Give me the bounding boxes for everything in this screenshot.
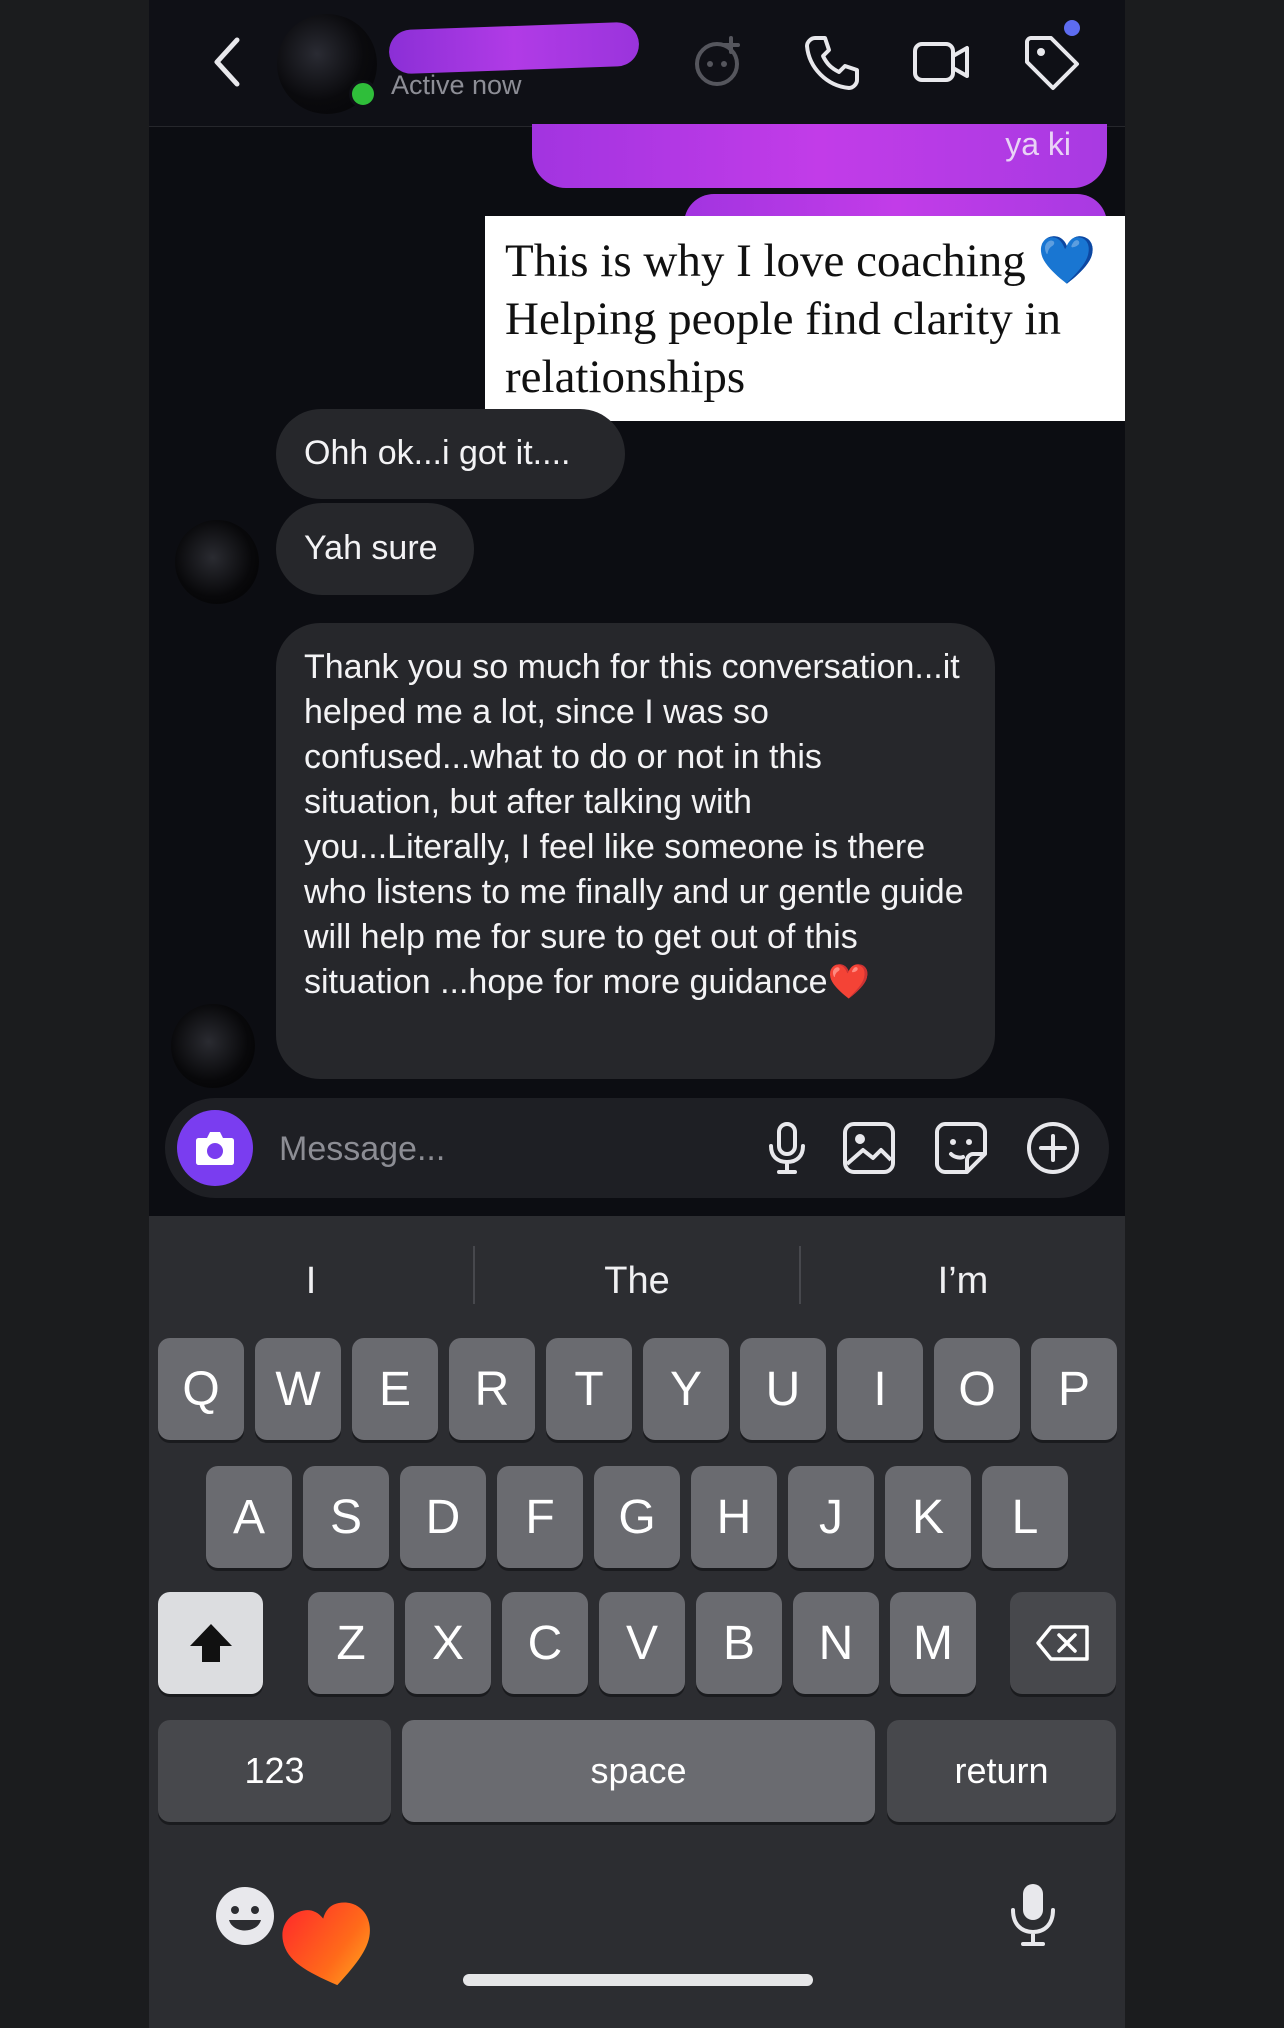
home-indicator bbox=[463, 1974, 813, 1986]
message-text: Thank you so much for this conversation.… bbox=[304, 648, 964, 1001]
suggestion-1[interactable]: I bbox=[149, 1246, 473, 1316]
shift-arrow-icon bbox=[189, 1624, 232, 1662]
key-o[interactable]: O bbox=[934, 1338, 1020, 1440]
microphone-icon[interactable] bbox=[759, 1120, 815, 1176]
emoji-face-icon[interactable] bbox=[213, 1884, 277, 1948]
caption-line: Helping people find clarity in bbox=[505, 293, 1062, 345]
tag-icon[interactable] bbox=[1019, 30, 1083, 94]
space-key[interactable]: space bbox=[402, 1720, 875, 1822]
red-heart-emoji: ❤️ bbox=[827, 963, 870, 1001]
message-text: Ohh ok...i got it.... bbox=[304, 434, 571, 472]
active-status: Active now bbox=[391, 70, 522, 100]
key-f[interactable]: F bbox=[497, 1466, 583, 1568]
sender-avatar[interactable] bbox=[175, 520, 259, 604]
key-t[interactable]: T bbox=[546, 1338, 632, 1440]
key-u[interactable]: U bbox=[740, 1338, 826, 1440]
microphone-icon[interactable] bbox=[1003, 1880, 1063, 1950]
camera-button[interactable] bbox=[177, 1110, 253, 1186]
gallery-icon[interactable] bbox=[841, 1120, 897, 1176]
notification-dot bbox=[1064, 20, 1080, 36]
key-z[interactable]: Z bbox=[308, 1592, 394, 1694]
caption-overlay: This is why I love coaching 💙 Helping pe… bbox=[485, 216, 1125, 421]
key-a[interactable]: A bbox=[206, 1466, 292, 1568]
key-j[interactable]: J bbox=[788, 1466, 874, 1568]
backspace-icon bbox=[1036, 1625, 1089, 1661]
key-v[interactable]: V bbox=[599, 1592, 685, 1694]
chevron-left-icon[interactable] bbox=[197, 30, 261, 94]
online-indicator bbox=[349, 80, 377, 108]
key-x[interactable]: X bbox=[405, 1592, 491, 1694]
phone-icon[interactable] bbox=[799, 30, 863, 94]
key-r[interactable]: R bbox=[449, 1338, 535, 1440]
key-m[interactable]: M bbox=[890, 1592, 976, 1694]
key-s[interactable]: S bbox=[303, 1466, 389, 1568]
key-g[interactable]: G bbox=[594, 1466, 680, 1568]
message-input[interactable] bbox=[277, 1120, 701, 1178]
shift-key[interactable] bbox=[158, 1592, 263, 1694]
numbers-key[interactable]: 123 bbox=[158, 1720, 391, 1822]
received-message[interactable]: Yah sure bbox=[276, 503, 474, 595]
heart-sticker-icon bbox=[282, 1902, 370, 1986]
key-p[interactable]: P bbox=[1031, 1338, 1117, 1440]
phone-screen: Active now ya ki This is why I love coac… bbox=[149, 0, 1125, 2028]
blue-heart-emoji: 💙 bbox=[1037, 235, 1097, 287]
key-i[interactable]: I bbox=[837, 1338, 923, 1440]
suggestion-2[interactable]: The bbox=[475, 1246, 799, 1316]
chat-header: Active now bbox=[149, 0, 1125, 127]
key-b[interactable]: B bbox=[696, 1592, 782, 1694]
key-w[interactable]: W bbox=[255, 1338, 341, 1440]
sent-message-redacted[interactable]: ya ki bbox=[532, 124, 1107, 188]
camera-icon bbox=[196, 1132, 234, 1165]
key-q[interactable]: Q bbox=[158, 1338, 244, 1440]
backspace-key[interactable] bbox=[1010, 1592, 1116, 1694]
sticker-icon[interactable] bbox=[933, 1120, 989, 1176]
key-e[interactable]: E bbox=[352, 1338, 438, 1440]
keyboard: I The I’m QWERTYUIOP ASDFGHJKL ZXCVBNM 1… bbox=[149, 1216, 1125, 2028]
key-c[interactable]: C bbox=[502, 1592, 588, 1694]
contact-name-redacted[interactable] bbox=[388, 21, 640, 75]
suggestion-3[interactable]: I’m bbox=[801, 1246, 1125, 1316]
sent-message-partial-text: ya ki bbox=[1005, 126, 1071, 162]
sender-avatar[interactable] bbox=[171, 1004, 255, 1088]
caption-line: This is why I love coaching bbox=[505, 235, 1038, 287]
video-camera-icon[interactable] bbox=[909, 30, 973, 94]
return-key[interactable]: return bbox=[887, 1720, 1116, 1822]
caption-text: This is why I love coaching 💙 Helping pe… bbox=[505, 232, 1125, 406]
received-message[interactable]: Ohh ok...i got it.... bbox=[276, 409, 625, 499]
plus-circle-icon[interactable] bbox=[1025, 1120, 1081, 1176]
key-l[interactable]: L bbox=[982, 1466, 1068, 1568]
key-y[interactable]: Y bbox=[643, 1338, 729, 1440]
key-n[interactable]: N bbox=[793, 1592, 879, 1694]
caption-line: relationships bbox=[505, 351, 746, 403]
key-h[interactable]: H bbox=[691, 1466, 777, 1568]
key-k[interactable]: K bbox=[885, 1466, 971, 1568]
received-message[interactable]: Thank you so much for this conversation.… bbox=[276, 623, 995, 1079]
key-d[interactable]: D bbox=[400, 1466, 486, 1568]
ai-sparkle-icon[interactable] bbox=[687, 30, 751, 94]
message-composer bbox=[165, 1098, 1109, 1198]
message-text: Yah sure bbox=[304, 529, 438, 567]
